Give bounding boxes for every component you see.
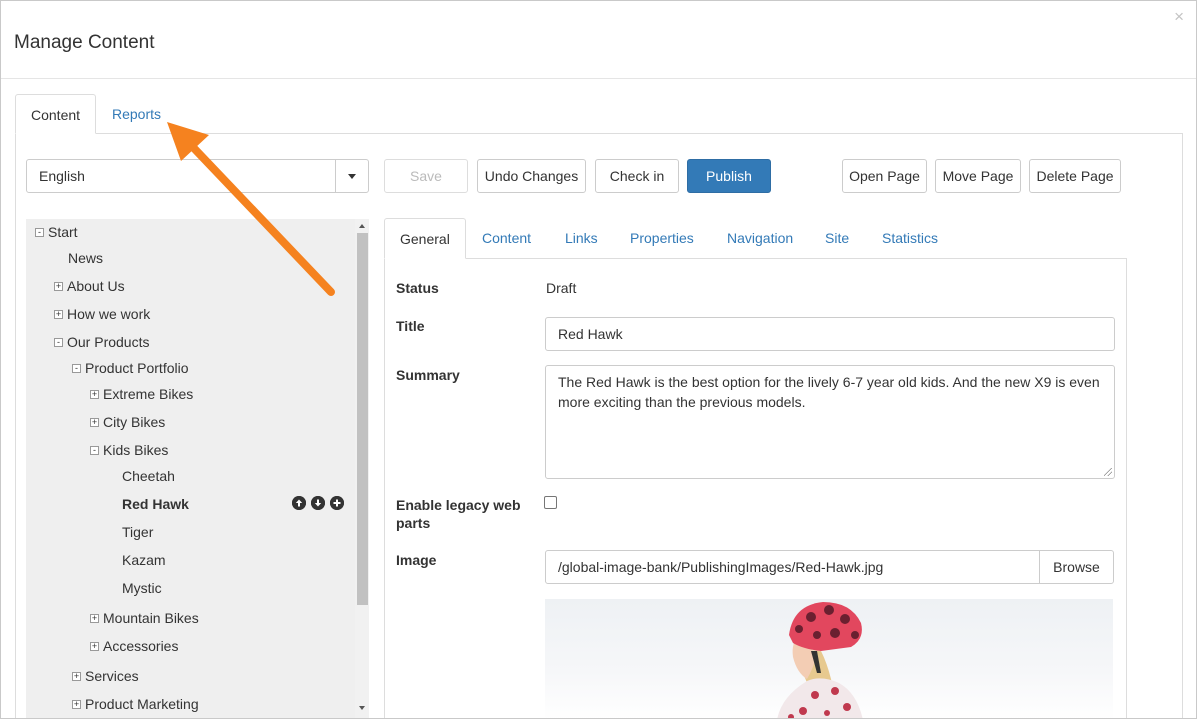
tab-links[interactable]: Links — [565, 218, 598, 259]
tree-item-label: Cheetah — [122, 468, 175, 484]
summary-label: Summary — [396, 367, 460, 383]
publish-button[interactable]: Publish — [687, 159, 771, 193]
tree-scrollbar[interactable] — [355, 219, 369, 718]
summary-text: The Red Hawk is the best option for the … — [558, 374, 1100, 410]
language-value: English — [39, 168, 85, 184]
tab-general[interactable]: General — [384, 218, 466, 259]
child-with-helmet-photo — [777, 602, 863, 718]
open-page-button[interactable]: Open Page — [842, 159, 927, 193]
arrow-up-circle-icon[interactable] — [292, 496, 306, 510]
tree-item-about-us[interactable]: + About Us — [54, 275, 125, 297]
status-value: Draft — [546, 280, 577, 296]
dialog-header: Manage Content × — [1, 1, 1196, 79]
tab-site[interactable]: Site — [825, 218, 849, 259]
tree-item-city-bikes[interactable]: + City Bikes — [90, 411, 165, 433]
tab-properties[interactable]: Properties — [630, 218, 694, 259]
tree-item-label: City Bikes — [103, 414, 166, 430]
tree-item-start[interactable]: - Start — [35, 221, 78, 243]
dialog-title: Manage Content — [14, 32, 155, 53]
tree-item-label: Extreme Bikes — [103, 386, 194, 402]
collapse-toggle[interactable]: - — [72, 363, 81, 373]
tree-item-label: Start — [48, 224, 78, 240]
tree-item-mountain-bikes[interactable]: + Mountain Bikes — [90, 607, 199, 629]
tab-content-inner[interactable]: Content — [482, 218, 531, 259]
tree-item-kazam[interactable]: Kazam — [122, 549, 166, 571]
tree-item-red-hawk[interactable]: Red Hawk — [122, 493, 189, 515]
tab-statistics[interactable]: Statistics — [882, 218, 938, 259]
tree-item-label: Product Portfolio — [85, 360, 189, 376]
tree-item-label: Mystic — [122, 580, 162, 596]
move-page-button[interactable]: Move Page — [935, 159, 1021, 193]
image-path-value: /global-image-bank/PublishingImages/Red-… — [558, 559, 884, 575]
tree-item-product-marketing[interactable]: + Product Marketing — [72, 693, 199, 715]
tree-item-label: News — [68, 250, 104, 266]
scroll-down-arrow-icon[interactable] — [359, 706, 365, 710]
expand-toggle[interactable]: + — [90, 417, 99, 427]
title-input[interactable]: Red Hawk — [545, 317, 1115, 351]
scrollbar-thumb[interactable] — [357, 233, 368, 605]
tree-item-label: Red Hawk — [122, 496, 189, 512]
tree-item-services[interactable]: + Services — [72, 665, 139, 687]
image-path-input[interactable]: /global-image-bank/PublishingImages/Red-… — [545, 550, 1040, 584]
tree-item-label: Our Products — [67, 334, 150, 350]
status-label: Status — [396, 280, 439, 296]
tab-navigation[interactable]: Navigation — [727, 218, 793, 259]
arrow-down-circle-icon[interactable] — [311, 496, 325, 510]
title-input-value: Red Hawk — [558, 326, 623, 342]
tree-item-our-products[interactable]: - Our Products — [54, 331, 149, 353]
scroll-up-arrow-icon[interactable] — [359, 224, 365, 228]
tree-item-label: About Us — [67, 278, 125, 294]
tree-item-label: How we work — [67, 306, 151, 322]
tree-item-mystic[interactable]: Mystic — [122, 577, 162, 599]
image-label: Image — [396, 552, 437, 568]
tree-item-label: Kazam — [122, 552, 166, 568]
resize-grip-icon[interactable] — [1104, 468, 1112, 476]
expand-toggle[interactable]: + — [90, 613, 99, 623]
manage-content-dialog: Manage Content × Content Reports English… — [0, 0, 1197, 719]
undo-changes-button[interactable]: Undo Changes — [477, 159, 586, 193]
expand-toggle[interactable]: + — [54, 281, 63, 291]
tree-item-product-portfolio[interactable]: - Product Portfolio — [72, 357, 189, 379]
tree-item-label: Product Marketing — [85, 696, 199, 712]
tree-item-extreme-bikes[interactable]: + Extreme Bikes — [90, 383, 193, 405]
tree-item-cheetah[interactable]: Cheetah — [122, 465, 175, 487]
legacy-web-parts-checkbox[interactable] — [544, 496, 557, 509]
legacy-web-parts-label: Enable legacy web parts — [396, 497, 521, 531]
orange-arrow-annotation-icon — [167, 122, 335, 296]
close-icon[interactable]: × — [1174, 7, 1184, 27]
expand-toggle[interactable]: + — [72, 699, 81, 709]
expand-toggle[interactable]: + — [90, 641, 99, 651]
tree-item-how-we-work[interactable]: + How we work — [54, 303, 150, 325]
collapse-toggle[interactable]: - — [35, 227, 44, 237]
tree-item-kids-bikes[interactable]: - Kids Bikes — [90, 439, 168, 461]
expand-toggle[interactable]: + — [54, 309, 63, 319]
expand-toggle[interactable]: + — [90, 389, 99, 399]
tree-item-label: Kids Bikes — [103, 442, 169, 458]
tree-item-accessories[interactable]: + Accessories — [90, 635, 178, 657]
plus-circle-icon[interactable] — [330, 496, 344, 510]
image-preview — [545, 599, 1113, 718]
tree-item-label: Mountain Bikes — [103, 610, 199, 626]
tab-content[interactable]: Content — [15, 94, 96, 134]
save-button[interactable]: Save — [384, 159, 468, 193]
expand-toggle[interactable]: + — [72, 671, 81, 681]
check-in-button[interactable]: Check in — [595, 159, 679, 193]
collapse-toggle[interactable]: - — [90, 445, 99, 455]
tree-item-label: Tiger — [122, 524, 154, 540]
tree-item-label: Accessories — [103, 638, 179, 654]
delete-page-button[interactable]: Delete Page — [1029, 159, 1121, 193]
title-label: Title — [396, 318, 425, 334]
tree-item-news[interactable]: News — [68, 247, 103, 269]
browse-button[interactable]: Browse — [1039, 550, 1114, 584]
tree-item-tiger[interactable]: Tiger — [122, 521, 153, 543]
collapse-toggle[interactable]: - — [54, 337, 63, 347]
summary-textarea[interactable]: The Red Hawk is the best option for the … — [545, 365, 1115, 479]
tree-item-label: Services — [85, 668, 139, 684]
